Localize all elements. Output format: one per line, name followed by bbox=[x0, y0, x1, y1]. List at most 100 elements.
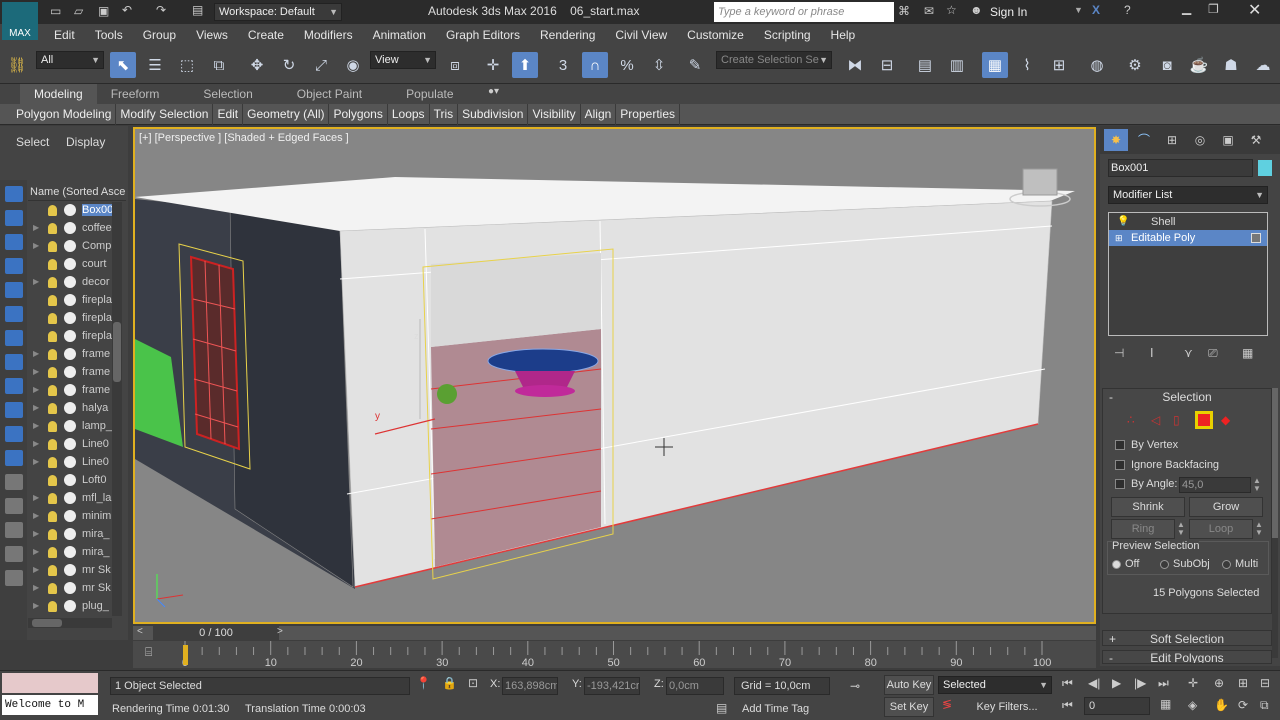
visibility-bulb-icon[interactable] bbox=[48, 331, 57, 342]
list-item[interactable]: Loft0 bbox=[0, 471, 112, 489]
object-color-swatch[interactable] bbox=[1258, 160, 1272, 176]
ring-spinner-icon[interactable]: ▲ ▼ bbox=[1177, 521, 1185, 537]
tab-select[interactable]: Select bbox=[16, 135, 49, 149]
tab-populate[interactable]: Populate bbox=[392, 84, 483, 104]
y-coordinate-field[interactable]: -193,421cr bbox=[584, 677, 640, 695]
time-slider[interactable]: < 0 / 100 > bbox=[133, 626, 1096, 640]
spinner-snap-icon[interactable]: ⇳ bbox=[646, 52, 672, 78]
explorer-column-header[interactable]: Name (Sorted Ascer bbox=[28, 183, 126, 201]
go-to-start-icon[interactable]: ⏮ bbox=[1062, 676, 1073, 691]
move-icon[interactable]: ✥ bbox=[244, 52, 270, 78]
soft-selection-rollout[interactable]: + Soft Selection bbox=[1102, 630, 1272, 646]
expand-triangle-icon[interactable]: ▶ bbox=[33, 489, 39, 507]
app-logo[interactable]: MAX bbox=[2, 2, 38, 40]
maxscript-mini-listener[interactable]: Welcome to M bbox=[2, 695, 98, 715]
by-vertex-checkbox[interactable]: By Vertex bbox=[1115, 439, 1178, 451]
visibility-bulb-icon[interactable] bbox=[48, 493, 57, 504]
menu-graph-editors[interactable]: Graph Editors bbox=[436, 24, 530, 46]
visibility-bulb-icon[interactable] bbox=[48, 583, 57, 594]
spinner-arrows-icon[interactable]: ▲ ▼ bbox=[1253, 477, 1261, 493]
stack-box-icon[interactable] bbox=[1251, 233, 1261, 243]
list-item[interactable]: Box00 bbox=[0, 201, 112, 219]
search-input[interactable]: Type a keyword or phrase bbox=[714, 2, 894, 22]
expand-triangle-icon[interactable]: ▶ bbox=[33, 273, 39, 291]
visibility-bulb-icon[interactable] bbox=[48, 547, 57, 558]
current-frame-field[interactable]: 0 bbox=[1084, 697, 1150, 715]
stack-item-editable-poly[interactable]: ⊞ Editable Poly bbox=[1109, 230, 1267, 246]
close-icon[interactable]: ✕ bbox=[1248, 0, 1261, 20]
render-setup-icon[interactable]: ⚙ bbox=[1122, 52, 1148, 78]
open-file-icon[interactable]: ▱ bbox=[74, 4, 83, 18]
previous-key-icon[interactable]: ◀| bbox=[1088, 676, 1100, 690]
visibility-bulb-icon[interactable] bbox=[48, 277, 57, 288]
list-item[interactable]: ▶ mr Sk bbox=[0, 579, 112, 597]
pin-stack-icon[interactable]: ⊣ bbox=[1114, 346, 1124, 360]
menu-rendering[interactable]: Rendering bbox=[530, 24, 605, 46]
visibility-bulb-icon[interactable] bbox=[48, 529, 57, 540]
visibility-bulb-icon[interactable] bbox=[48, 367, 57, 378]
hierarchy-tab-icon[interactable]: ⊞ bbox=[1160, 129, 1184, 151]
expand-triangle-icon[interactable]: ▶ bbox=[33, 399, 39, 417]
render-production-icon[interactable]: ☕ bbox=[1186, 52, 1212, 78]
expand-triangle-icon[interactable]: ▶ bbox=[33, 417, 39, 435]
ribbon-tris[interactable]: Tris bbox=[430, 104, 459, 125]
tab-modeling[interactable]: Modeling bbox=[20, 84, 97, 104]
ribbon-options-icon[interactable]: ●▾ bbox=[488, 86, 499, 97]
element-mode-icon[interactable]: ◆ bbox=[1221, 413, 1230, 427]
exchange-icon[interactable]: X bbox=[1092, 3, 1100, 17]
field-of-view-icon[interactable]: ◈ bbox=[1188, 698, 1197, 712]
set-key-button[interactable]: Set Key bbox=[884, 697, 934, 717]
menu-customize[interactable]: Customize bbox=[677, 24, 754, 46]
tab-freeform[interactable]: Freeform bbox=[97, 84, 190, 104]
ring-button[interactable]: Ring bbox=[1111, 519, 1175, 539]
visibility-bulb-icon[interactable] bbox=[48, 241, 57, 252]
auto-key-button[interactable]: Auto Key bbox=[884, 675, 934, 695]
menu-scripting[interactable]: Scripting bbox=[754, 24, 821, 46]
by-angle-checkbox[interactable]: By Angle: bbox=[1115, 478, 1177, 490]
visibility-bulb-icon[interactable] bbox=[48, 403, 57, 414]
visibility-bulb-icon[interactable] bbox=[48, 259, 57, 270]
rotate-icon[interactable]: ↻ bbox=[276, 52, 302, 78]
list-item[interactable]: ▶ mfl_la bbox=[0, 489, 112, 507]
list-item[interactable]: ▶ Line0 bbox=[0, 453, 112, 471]
link-icon[interactable]: ⛓ bbox=[4, 52, 30, 78]
list-item[interactable]: ▶ minim bbox=[0, 507, 112, 525]
keyboard-shortcut-override-icon[interactable]: ⬆ bbox=[512, 52, 538, 78]
schematic-view-icon[interactable]: ⊞ bbox=[1046, 52, 1072, 78]
absolute-mode-icon[interactable]: ⊡ bbox=[468, 676, 478, 690]
expand-triangle-icon[interactable]: ▶ bbox=[33, 561, 39, 579]
configure-modifier-sets-icon[interactable]: ▦ bbox=[1242, 346, 1253, 360]
sign-in-button[interactable]: Sign In bbox=[990, 5, 1027, 19]
chevron-down-icon[interactable]: ▼ bbox=[1074, 5, 1083, 15]
expand-triangle-icon[interactable]: ▶ bbox=[33, 381, 39, 399]
expand-triangle-icon[interactable]: ▶ bbox=[33, 237, 39, 255]
save-icon[interactable]: ▣ bbox=[98, 4, 109, 18]
ribbon-polygon-modeling[interactable]: Polygon Modeling bbox=[12, 104, 117, 125]
expand-triangle-icon[interactable]: ▶ bbox=[33, 525, 39, 543]
list-item[interactable]: ▶ frame bbox=[0, 345, 112, 363]
communication-icon[interactable]: ✉ bbox=[924, 4, 934, 18]
select-object-icon[interactable]: ⬉ bbox=[110, 52, 136, 78]
reference-coordinate-dropdown[interactable]: View ▼ bbox=[370, 51, 436, 69]
set-key-icon[interactable]: ≶ bbox=[942, 697, 952, 711]
angle-snap-icon[interactable]: ∩ bbox=[582, 52, 608, 78]
pan-icon[interactable]: ✋ bbox=[1214, 698, 1229, 712]
maxscript-listener-pink[interactable] bbox=[2, 673, 98, 693]
percent-snap-icon[interactable]: % bbox=[614, 52, 640, 78]
orbit-icon[interactable]: ⟳ bbox=[1238, 698, 1248, 712]
expand-icon[interactable]: ⊞ bbox=[1115, 230, 1123, 246]
menu-animation[interactable]: Animation bbox=[363, 24, 436, 46]
shrink-button[interactable]: Shrink bbox=[1111, 497, 1185, 517]
ribbon-modify-selection[interactable]: Modify Selection bbox=[116, 104, 214, 125]
object-name-field[interactable]: Box001 bbox=[1108, 159, 1253, 177]
visibility-bulb-icon[interactable] bbox=[48, 349, 57, 360]
menu-tools[interactable]: Tools bbox=[85, 24, 133, 46]
workspace-dropdown[interactable]: Workspace: Default ▼ bbox=[214, 3, 342, 21]
zoom-extents-all-icon[interactable]: ⊟ bbox=[1260, 676, 1270, 690]
place-icon[interactable]: ◉ bbox=[340, 52, 366, 78]
list-item[interactable]: ▶ mira_ bbox=[0, 525, 112, 543]
expand-triangle-icon[interactable]: ▶ bbox=[33, 435, 39, 453]
edit-polygons-rollout[interactable]: - Edit Polygons bbox=[1102, 650, 1272, 664]
loop-spinner-icon[interactable]: ▲ ▼ bbox=[1255, 521, 1263, 537]
ignore-backfacing-checkbox[interactable]: Ignore Backfacing bbox=[1115, 459, 1219, 471]
